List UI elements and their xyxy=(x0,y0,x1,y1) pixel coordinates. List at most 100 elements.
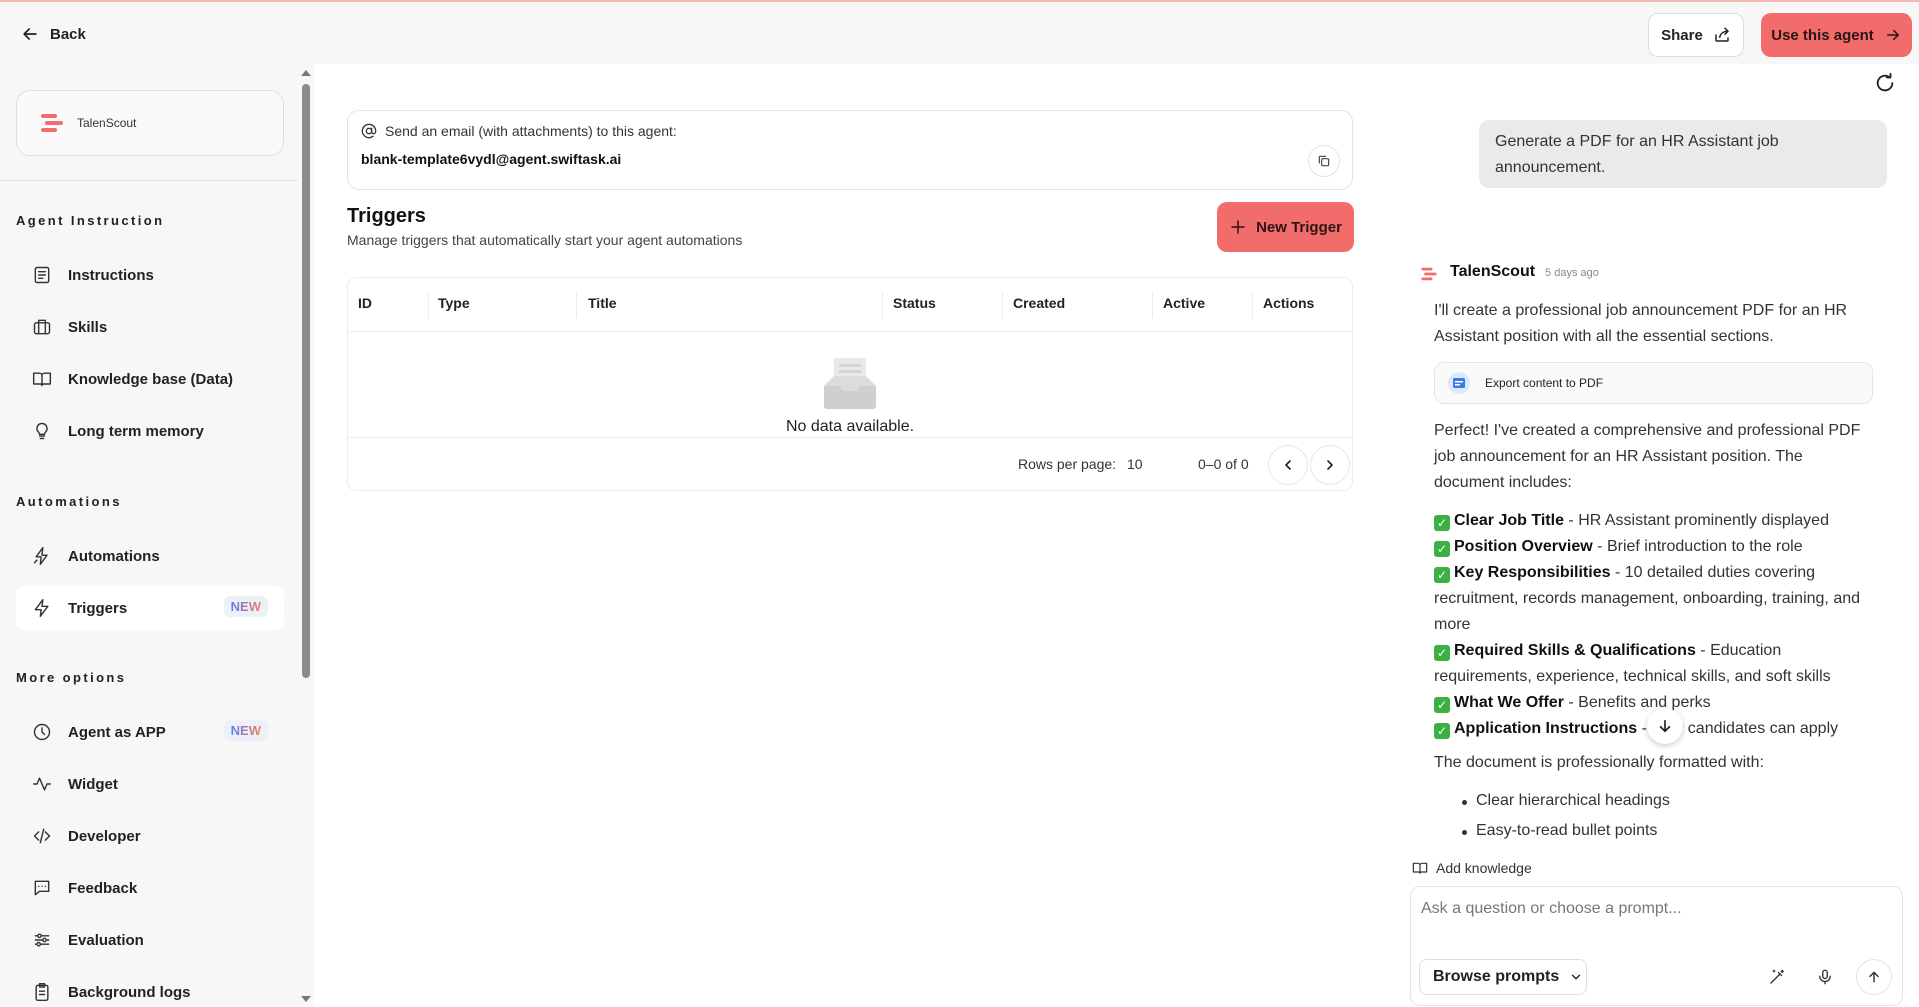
column-header[interactable]: Active xyxy=(1163,295,1205,311)
column-header[interactable]: Type xyxy=(438,295,470,311)
copy-icon xyxy=(1318,155,1330,167)
triggers-table: ID Type Title Status Created Active Acti… xyxy=(347,277,1353,491)
at-icon xyxy=(361,123,377,139)
bullet-list: Clear hierarchical headings Easy-to-read… xyxy=(1462,792,1876,840)
sidebar-item-label: Developer xyxy=(68,827,141,845)
top-bar: Back Share Use this agent xyxy=(0,0,1919,64)
microphone-button[interactable] xyxy=(1815,967,1835,987)
browse-prompts-button[interactable]: Browse prompts xyxy=(1419,959,1587,995)
new-badge: NEW xyxy=(223,720,268,741)
sidebar-item-feedback[interactable]: Feedback xyxy=(16,866,284,910)
sidebar-item-automations[interactable]: Automations xyxy=(16,534,284,578)
new-trigger-button[interactable]: New Trigger xyxy=(1217,202,1354,252)
sidebar-item-triggers[interactable]: Triggers NEW xyxy=(16,586,284,630)
agent-name: TalenScout xyxy=(77,116,137,130)
sidebar-item-widget[interactable]: Widget xyxy=(16,762,284,806)
page-title: Triggers xyxy=(347,205,426,227)
rows-per-page-label: Rows per page: xyxy=(1018,456,1117,472)
feedback-icon xyxy=(34,880,50,896)
sidebar-item-knowledge-base[interactable]: Knowledge base (Data) xyxy=(16,357,284,401)
sidebar-item-background-logs[interactable]: Background logs xyxy=(16,970,284,1007)
email-box: Send an email (with attachments) to this… xyxy=(347,110,1353,190)
chevron-left-icon xyxy=(1285,460,1291,470)
copy-email-button[interactable] xyxy=(1308,145,1340,177)
use-agent-button[interactable]: Use this agent xyxy=(1761,13,1912,57)
chat-panel: Generate a PDF for an HR Assistant job a… xyxy=(1354,64,1919,1007)
back-label: Back xyxy=(50,25,86,43)
column-header[interactable]: Status xyxy=(893,295,936,311)
column-header[interactable]: Actions xyxy=(1263,295,1314,311)
check-icon: ✓ xyxy=(1434,515,1450,531)
sidebar-item-label: Automations xyxy=(68,547,160,565)
bot-header: TalenScout 5 days ago xyxy=(1450,263,1599,281)
arrow-down-icon xyxy=(1659,719,1671,733)
sidebar-item-label: Feedback xyxy=(68,879,138,897)
pagination-range: 0–0 of 0 xyxy=(1198,456,1249,472)
code-icon xyxy=(33,828,51,844)
chat-input[interactable] xyxy=(1421,897,1891,921)
email-label: Send an email (with attachments) to this… xyxy=(361,123,677,139)
magic-wand-button[interactable] xyxy=(1767,967,1787,987)
add-knowledge-label: Add knowledge xyxy=(1436,860,1532,876)
sidebar-item-long-term-memory[interactable]: Long term memory xyxy=(16,409,284,453)
new-trigger-label: New Trigger xyxy=(1256,218,1342,236)
sidebar-item-instructions[interactable]: Instructions xyxy=(16,253,284,297)
table-footer: Rows per page: 10 0–0 of 0 xyxy=(348,437,1352,491)
share-button[interactable]: Share xyxy=(1648,13,1744,57)
check-icon: ✓ xyxy=(1434,697,1450,713)
agent-logo-icon xyxy=(41,114,63,132)
send-button[interactable] xyxy=(1856,959,1892,995)
page-subtitle: Manage triggers that automatically start… xyxy=(347,232,743,248)
check-icon: ✓ xyxy=(1434,723,1450,739)
column-divider xyxy=(1002,292,1003,318)
column-divider xyxy=(576,292,577,318)
sidebar-item-agent-as-app[interactable]: Agent as APP NEW xyxy=(16,710,284,754)
skills-icon xyxy=(33,319,51,335)
widget-icon xyxy=(32,777,52,791)
scroll-to-bottom-button[interactable] xyxy=(1647,708,1683,744)
column-header[interactable]: Title xyxy=(588,295,617,311)
tool-call-chip[interactable]: Export content to PDF xyxy=(1434,362,1873,404)
sidebar-item-label: Knowledge base (Data) xyxy=(68,370,234,388)
agent-card[interactable]: TalenScout xyxy=(16,90,284,156)
rows-per-page-select[interactable]: 10 xyxy=(1127,456,1143,472)
share-label: Share xyxy=(1661,26,1703,44)
column-header[interactable]: ID xyxy=(358,295,372,311)
instructions-icon xyxy=(34,266,50,284)
section-automations: Automations xyxy=(16,494,122,509)
column-divider xyxy=(428,292,429,318)
section-agent-instruction: Agent Instruction xyxy=(16,213,165,228)
browse-prompts-label: Browse prompts xyxy=(1433,968,1560,985)
sidebar-item-skills[interactable]: Skills xyxy=(16,305,284,349)
lightning-icon xyxy=(34,598,49,618)
list-item: Clear hierarchical headings xyxy=(1462,792,1876,810)
sidebar-item-label: Agent as APP xyxy=(68,723,166,741)
scroll-down-arrow[interactable] xyxy=(301,996,311,1002)
empty-inbox-icon xyxy=(824,358,876,409)
bot-name: TalenScout xyxy=(1450,263,1536,280)
column-header[interactable]: Created xyxy=(1013,295,1065,311)
sidebar-item-label: Background logs xyxy=(68,983,191,1001)
bot-logo-icon xyxy=(1421,267,1437,281)
sidebar-item-label: Widget xyxy=(68,775,118,793)
tool-chip-label: Export content to PDF xyxy=(1485,376,1604,390)
magic-wand-icon xyxy=(1770,969,1785,984)
back-button[interactable]: Back xyxy=(20,24,86,44)
sidebar-scrollbar[interactable] xyxy=(302,84,310,678)
arrow-left-icon xyxy=(23,28,37,40)
refresh-icon[interactable] xyxy=(1874,72,1896,94)
bot-message-intro: I'll create a professional job announcem… xyxy=(1434,302,1848,345)
column-divider xyxy=(882,292,883,318)
check-icon: ✓ xyxy=(1434,567,1450,583)
email-address: blank-template6vydl@agent.swiftask.ai xyxy=(361,151,622,167)
sliders-icon xyxy=(34,933,50,947)
table-header: ID Type Title Status Created Active Acti… xyxy=(348,278,1352,332)
sidebar-item-evaluation[interactable]: Evaluation xyxy=(16,918,284,962)
arrow-up-icon xyxy=(1869,971,1879,983)
next-page-button[interactable] xyxy=(1310,445,1350,485)
check-icon: ✓ xyxy=(1434,645,1450,661)
scroll-up-arrow[interactable] xyxy=(301,70,311,76)
sidebar-item-developer[interactable]: Developer xyxy=(16,814,284,858)
prev-page-button[interactable] xyxy=(1268,445,1308,485)
add-knowledge-button[interactable]: Add knowledge xyxy=(1412,860,1612,876)
